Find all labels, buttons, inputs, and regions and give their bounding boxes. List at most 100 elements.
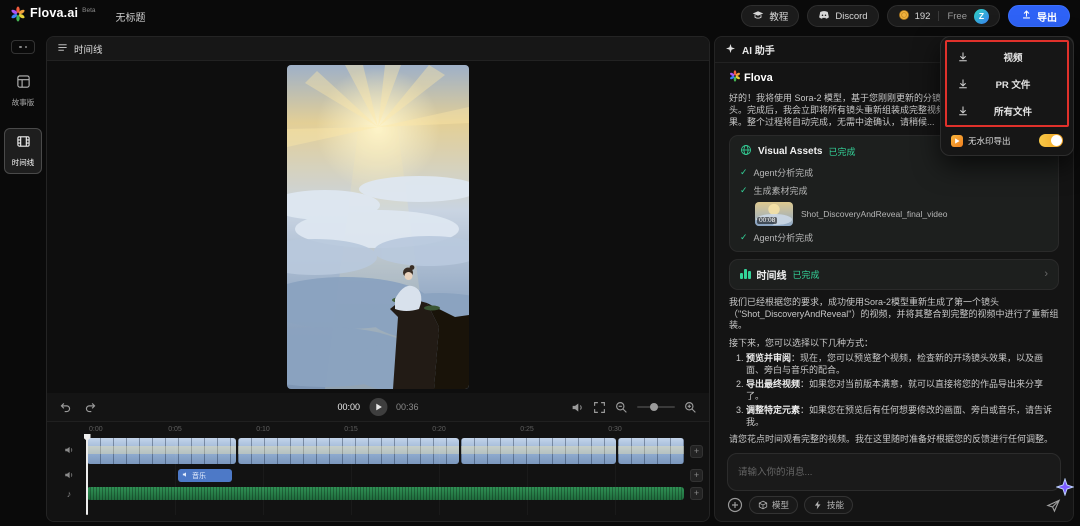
video-clip[interactable]	[461, 438, 616, 464]
card-status: 已完成	[793, 268, 820, 281]
speaker-icon	[182, 471, 189, 480]
beta-badge: Beta	[82, 7, 95, 14]
step-row: ✓ Agent分析完成	[740, 231, 1048, 244]
zoom-in-icon[interactable]	[684, 401, 697, 414]
sidebar-collapse-handle[interactable]	[11, 40, 35, 54]
generated-asset-row: 00:08 Shot_DiscoveryAndReveal_final_vide…	[755, 202, 1048, 226]
volume-icon[interactable]	[571, 401, 584, 414]
export-menu-items: 视频 PR 文件 所有文件	[949, 45, 1065, 122]
assistant-panel-title: AI 助手	[742, 42, 775, 57]
assistant-message-result: 我们已经根据您的要求，成功使用Sora-2模型重新生成了第一个镜头（"Shot_…	[729, 297, 1059, 333]
cube-icon	[758, 500, 768, 510]
music-track-controls: ♪	[55, 489, 83, 499]
coin-icon	[898, 9, 910, 24]
check-icon: ✓	[740, 167, 748, 178]
video-clip[interactable]	[238, 438, 459, 464]
flova-logo-icon	[729, 69, 741, 87]
fullscreen-icon[interactable]	[593, 401, 606, 414]
video-clip[interactable]	[87, 438, 236, 464]
timeline-card[interactable]: 时间线 已完成 ›	[729, 259, 1059, 290]
sidebar-item-timeline[interactable]: 时间线	[4, 128, 42, 174]
sparkle-icon	[725, 41, 736, 59]
topbar: Flova.ai Beta 无标题 教程 Discord 192	[0, 0, 1080, 32]
left-rail: 故事版 时间线	[0, 32, 46, 526]
add-clip-button[interactable]: +	[690, 445, 703, 458]
chevron-right-icon[interactable]: ›	[1044, 268, 1048, 280]
add-clip-button[interactable]: +	[690, 469, 703, 482]
redo-button[interactable]	[84, 401, 97, 414]
audio-track: 音乐 +	[87, 469, 709, 482]
skills-chip[interactable]: 技能	[804, 496, 853, 514]
timeline-panel-icon	[57, 40, 68, 58]
document-title[interactable]: 无标题	[116, 9, 146, 24]
brand: Flova.ai Beta	[10, 6, 96, 27]
play-button[interactable]	[369, 398, 387, 416]
discord-button[interactable]: Discord	[807, 5, 878, 27]
add-clip-button[interactable]: +	[690, 487, 703, 500]
check-icon: ✓	[740, 185, 748, 196]
export-option-pr-file[interactable]: PR 文件	[949, 72, 1065, 95]
video-preview-area[interactable]	[47, 61, 709, 393]
send-icon	[1046, 498, 1061, 513]
topbar-actions: 教程 Discord 192 Free Z	[741, 5, 1070, 27]
timeline-zoom-slider[interactable]	[637, 406, 675, 408]
send-button[interactable]	[1046, 498, 1061, 513]
flova-logo-icon	[10, 6, 26, 27]
video-preview[interactable]	[287, 65, 469, 389]
video-track: +	[87, 438, 709, 464]
undo-button[interactable]	[59, 401, 72, 414]
tutorial-button[interactable]: 教程	[741, 5, 799, 27]
assistant-next-steps-intro: 接下来，您可以选择以下几种方式：	[729, 338, 1059, 350]
credits-badge[interactable]: 192 Free Z	[887, 5, 1000, 27]
user-avatar[interactable]: Z	[974, 9, 989, 24]
divider	[938, 11, 939, 21]
assistant-brand-name: Flova	[744, 72, 773, 84]
video-clip[interactable]	[618, 438, 684, 464]
video-lane	[87, 438, 684, 464]
app-root: Flova.ai Beta 无标题 教程 Discord 192	[0, 0, 1080, 526]
model-chip[interactable]: 模型	[749, 496, 798, 514]
asset-thumbnail[interactable]: 00:08	[755, 202, 793, 226]
bolt-icon	[813, 500, 823, 510]
option-item: 调整特定元素：如果您在预览后有任何想要修改的画面、旁白或音乐，请告诉我。	[746, 405, 1059, 429]
watermark-toggle-row: 无水印导出	[949, 134, 1065, 147]
playback-controls: 00:00 00:36	[47, 393, 709, 421]
card-status: 已完成	[828, 145, 855, 158]
timeline: 0:00 0:05 0:10 0:15 0:20 0:25 0:30	[47, 421, 709, 521]
message-composer	[727, 453, 1061, 491]
discord-icon	[818, 9, 830, 24]
track-volume-icon[interactable]	[64, 467, 74, 485]
storyboard-icon	[16, 74, 31, 94]
current-time: 00:00	[337, 402, 360, 412]
attach-button[interactable]	[727, 497, 743, 513]
export-option-all-files[interactable]: 所有文件	[949, 99, 1065, 122]
music-clip[interactable]	[87, 487, 684, 500]
playhead[interactable]	[86, 435, 88, 515]
export-dropdown-menu: 视频 PR 文件 所有文件 无水印导出	[940, 36, 1074, 156]
track-volume-icon[interactable]	[64, 442, 74, 460]
filmstrip-icon	[16, 134, 31, 154]
timeline-ruler[interactable]: 0:00 0:05 0:10 0:15 0:20 0:25 0:30	[87, 422, 709, 438]
music-note-icon[interactable]: ♪	[67, 489, 72, 499]
sidebar-item-storyboard[interactable]: 故事版	[4, 68, 42, 114]
step-row: ✓ 生成素材完成	[740, 184, 1048, 197]
download-icon	[957, 51, 969, 63]
brand-name: Flova.ai	[30, 6, 78, 20]
step-row: ✓ Agent分析完成	[740, 166, 1048, 179]
message-input[interactable]	[727, 453, 1061, 491]
zoom-out-icon[interactable]	[615, 401, 628, 414]
export-option-video[interactable]: 视频	[949, 45, 1065, 68]
composer-toolbar: 模型 技能	[727, 496, 1061, 514]
card-title: 时间线	[757, 267, 787, 282]
asset-duration-badge: 00:08	[757, 217, 777, 224]
plan-label: Free	[947, 11, 967, 22]
editor-panel: 时间线	[46, 36, 710, 522]
editor-header: 时间线	[47, 37, 709, 61]
card-title: Visual Assets	[758, 146, 822, 157]
audio-clip[interactable]: 音乐	[178, 469, 232, 482]
watermark-toggle[interactable]	[1039, 134, 1063, 147]
export-button[interactable]: 导出	[1008, 5, 1070, 27]
upload-icon	[1021, 9, 1032, 23]
credits-count: 192	[915, 11, 931, 22]
globe-icon	[740, 143, 752, 161]
